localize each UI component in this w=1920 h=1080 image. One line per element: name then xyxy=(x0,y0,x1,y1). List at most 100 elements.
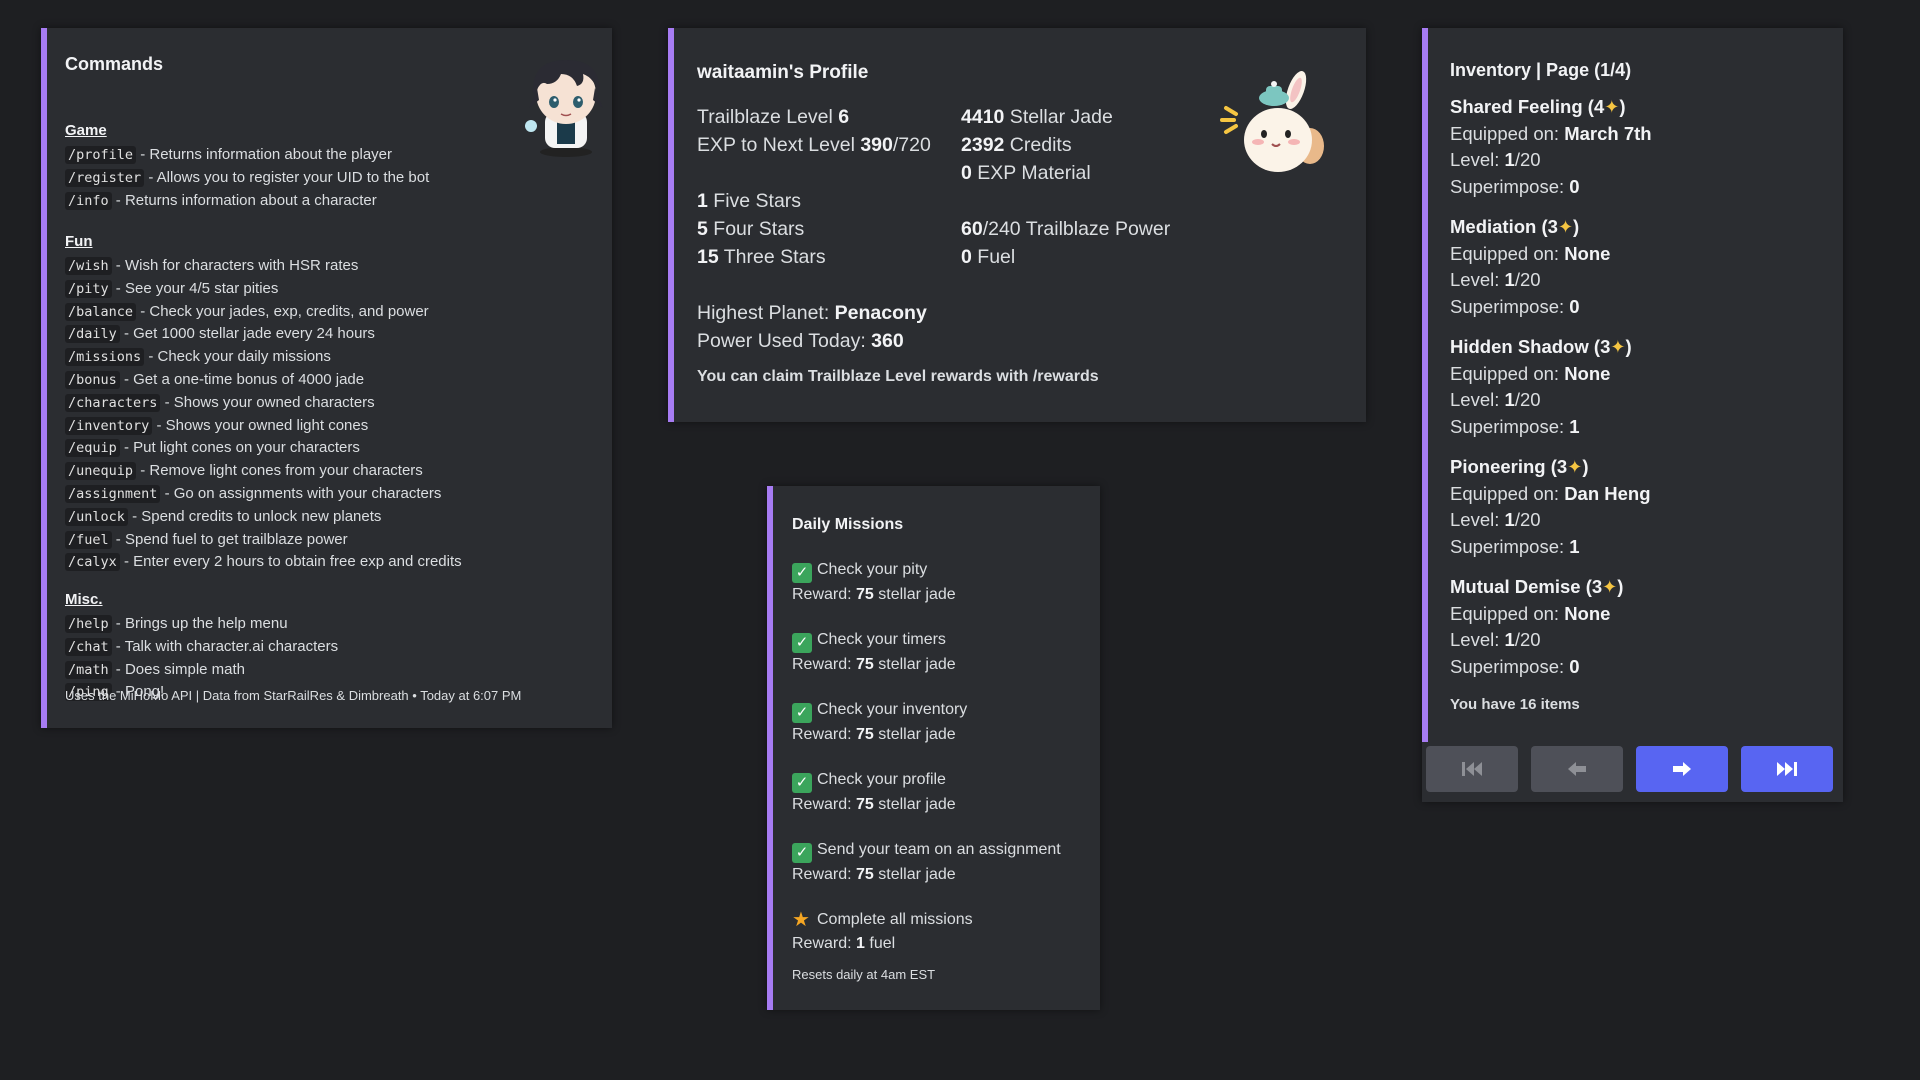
command-name[interactable]: /bonus xyxy=(65,370,120,389)
command-desc: - Returns information about the player xyxy=(136,146,392,163)
command-name[interactable]: /math xyxy=(65,660,112,679)
reward-label: Reward: xyxy=(792,935,857,952)
label: Level: xyxy=(1450,149,1505,170)
command-name[interactable]: /missions xyxy=(65,348,145,367)
label: Superimpose: xyxy=(1450,655,1570,677)
command-desc: - Put light cones on your characters xyxy=(119,439,360,457)
command-name[interactable]: /inventory xyxy=(65,416,153,435)
previous-page-icon xyxy=(1568,762,1586,776)
next-page-button[interactable] xyxy=(1636,746,1728,792)
stellar-jade: 4410 Stellar Jade xyxy=(961,106,1113,129)
command-name[interactable]: /wish xyxy=(65,257,112,275)
command-desc: - Spend credits to unlock new planets xyxy=(127,507,382,525)
inventory-footer: You have 16 items xyxy=(1450,696,1580,713)
command-name[interactable]: /chat xyxy=(65,637,112,656)
sparkle-icon: ✦ xyxy=(1602,577,1618,597)
label: Trailblaze Level xyxy=(697,106,839,128)
inventory-title: Inventory | Page (1/4) xyxy=(1450,60,1632,80)
label: Superimpose: xyxy=(1450,535,1570,557)
mission-name: Check your inventory xyxy=(817,701,968,718)
fuel: 0 Fuel xyxy=(961,246,1015,269)
superimpose: 0 xyxy=(1569,655,1580,677)
light-cone-name: Mediation xyxy=(1450,216,1537,237)
section-fun: Fun /wish - Wish for characters with HSR… xyxy=(65,232,462,574)
command-name[interactable]: /unlock xyxy=(65,507,128,526)
level: 1 xyxy=(1504,269,1515,290)
commands-title: Commands xyxy=(65,54,164,74)
label: Superimpose: xyxy=(1450,415,1570,437)
command-name[interactable]: /profile xyxy=(65,146,137,164)
command-name[interactable]: /unequip xyxy=(65,462,137,481)
command-name[interactable]: /help xyxy=(65,615,112,633)
reward-label: Reward: xyxy=(792,656,857,673)
light-cone-item: Shared Feeling (4✦) Equipped on: March 7… xyxy=(1450,96,1652,197)
missions-footer: Resets daily at 4am EST xyxy=(792,967,936,982)
four-stars: 5 Four Stars xyxy=(697,218,804,241)
command-desc: - Check your daily missions xyxy=(144,348,331,366)
command-row: /balance - Check your jades, exp, credit… xyxy=(65,301,462,324)
mission-item: ✓ Check your inventory Reward: 75 stellar… xyxy=(792,698,967,746)
command-name[interactable]: /pity xyxy=(65,279,112,298)
value: 390 xyxy=(860,134,893,156)
reward-label: Reward: xyxy=(792,586,857,603)
value: 4410 xyxy=(961,106,1005,128)
value: Penacony xyxy=(834,302,927,324)
reward-unit: fuel xyxy=(864,935,896,952)
command-desc: - Remove light cones from your character… xyxy=(136,462,423,480)
label: Superimpose: xyxy=(1450,295,1570,317)
command-name[interactable]: /equip xyxy=(65,439,120,458)
missions-title: Daily Missions xyxy=(792,516,904,533)
command-row: /assignment - Go on assignments with you… xyxy=(65,483,462,506)
light-cone-name: Pioneering xyxy=(1450,456,1546,477)
check-icon: ✓ xyxy=(792,633,812,653)
superimpose: 0 xyxy=(1569,295,1580,317)
reward-value: 75 xyxy=(856,726,874,743)
check-icon: ✓ xyxy=(792,563,812,583)
command-name[interactable]: /register xyxy=(65,168,145,187)
rarity: 4 xyxy=(1593,96,1605,117)
rewards-note: You can claim Trailblaze Level rewards w… xyxy=(697,368,1099,385)
label: Equipped on: xyxy=(1450,242,1565,264)
reward-unit: stellar jade xyxy=(873,866,956,883)
command-name[interactable]: /balance xyxy=(65,302,137,321)
command-desc: - Enter every 2 hours to obtain free exp… xyxy=(119,553,462,571)
level-max: /20 xyxy=(1514,389,1541,410)
command-name[interactable]: /calyx xyxy=(65,553,120,572)
label: Three Stars xyxy=(718,246,826,268)
last-page-icon xyxy=(1777,762,1797,776)
command-name[interactable]: /info xyxy=(65,191,112,210)
last-page-button[interactable] xyxy=(1741,746,1833,792)
mission-name: Send your team on an assignment xyxy=(817,841,1061,858)
star-icon: ★ xyxy=(792,909,810,931)
profile-title: waitaamin's Profile xyxy=(697,62,869,83)
trailblaze-power: 60/240 Trailblaze Power xyxy=(961,218,1170,241)
reward-unit: stellar jade xyxy=(873,586,956,603)
label: Level: xyxy=(1450,629,1505,650)
previous-page-button[interactable] xyxy=(1531,746,1623,792)
mission-name: Check your pity xyxy=(817,561,928,578)
rarity: 3 xyxy=(1556,456,1568,477)
command-name[interactable]: /fuel xyxy=(65,530,112,549)
level: 1 xyxy=(1504,509,1515,530)
value: 60 xyxy=(961,218,983,240)
command-desc: - Talk with character.ai characters xyxy=(111,637,339,655)
section-heading: Game xyxy=(65,122,107,139)
label: Level: xyxy=(1450,509,1505,530)
mission-item: ✓ Check your pity Reward: 75 stellar jade xyxy=(792,558,956,606)
reward-value: 75 xyxy=(856,796,874,813)
command-name[interactable]: /assignment xyxy=(65,484,161,503)
label: Highest Planet: xyxy=(697,302,835,324)
level: 1 xyxy=(1504,629,1515,650)
commands-embed: Commands Game /profile - Returns informa… xyxy=(41,28,612,728)
command-row: /daily - Get 1000 stellar jade every 24 … xyxy=(65,323,462,346)
command-name[interactable]: /characters xyxy=(65,393,161,412)
sparkle-icon: ✦ xyxy=(1567,457,1583,477)
command-name[interactable]: /daily xyxy=(65,325,120,344)
reward-unit: stellar jade xyxy=(873,656,956,673)
command-desc: - Brings up the help menu xyxy=(111,615,288,632)
chibi-character-avatar xyxy=(525,60,603,157)
command-row: /unlock - Spend credits to unlock new pl… xyxy=(65,506,462,529)
embed-accent-bar xyxy=(767,486,773,1010)
first-page-button[interactable] xyxy=(1426,746,1518,792)
reward-unit: stellar jade xyxy=(873,796,956,813)
